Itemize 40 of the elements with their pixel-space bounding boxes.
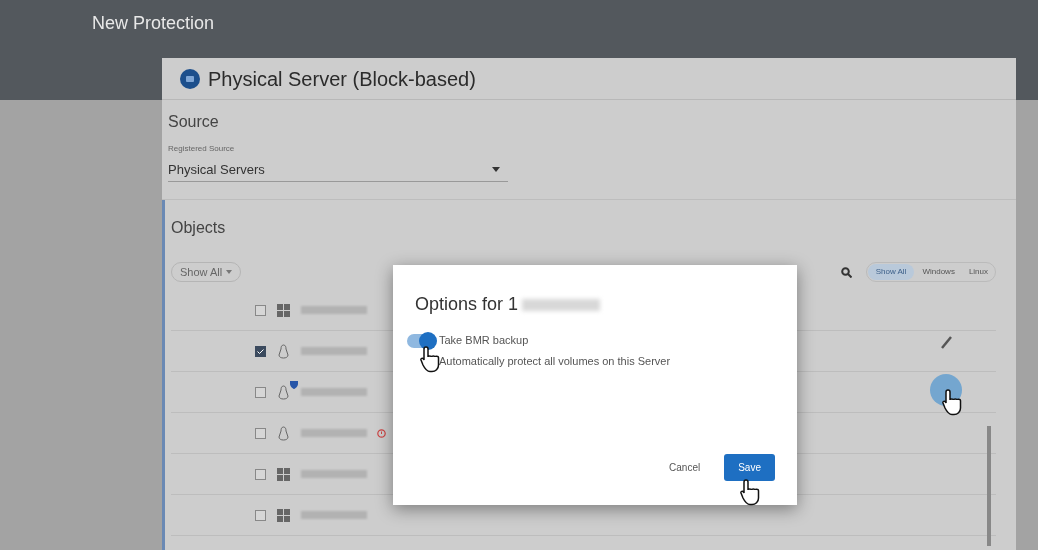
windows-logo-icon: [277, 467, 290, 481]
search-icon[interactable]: [840, 266, 852, 278]
card-title: Physical Server (Block-based): [208, 66, 476, 92]
checkmark-icon: [257, 348, 264, 354]
penguin-icon: [277, 425, 290, 441]
windows-logo-icon: [277, 303, 290, 317]
server-logo-icon: [180, 68, 200, 89]
dialog-title: Options for 1: [415, 293, 519, 316]
blurred-text: [301, 511, 367, 519]
checkbox[interactable]: [255, 427, 266, 439]
blurred-text: [301, 306, 367, 314]
section-heading: Objects: [171, 218, 226, 238]
os-filter-tab[interactable]: Linux: [962, 264, 994, 280]
cancel-button[interactable]: Cancel: [669, 460, 701, 475]
checkbox[interactable]: [255, 468, 266, 480]
windows-logo-icon: [277, 508, 290, 522]
hand-cursor-icon: [942, 388, 964, 416]
blurred-text: [301, 429, 367, 437]
section-heading: Source: [168, 112, 219, 132]
toggle-switch[interactable]: [407, 334, 435, 348]
checkbox[interactable]: [255, 509, 266, 521]
checkbox[interactable]: [255, 386, 266, 398]
checkbox[interactable]: [255, 345, 266, 357]
checkbox[interactable]: [255, 304, 266, 316]
os-filter-tab[interactable]: Show All: [867, 264, 915, 280]
dropdown-caret-icon: [492, 167, 500, 172]
toggle-label: Take BMR backup: [439, 333, 530, 348]
penguin-icon: [277, 343, 290, 359]
toggle-description: Automatically protect all volumes on this Server: [439, 353, 671, 369]
save-button[interactable]: Save: [724, 454, 775, 481]
blurred-text: [301, 388, 367, 396]
edit-pencil-icon[interactable]: [940, 335, 952, 349]
page-title: New Protection: [92, 12, 215, 35]
blurred-text: [301, 470, 367, 478]
penguin-icon: [277, 384, 290, 400]
os-filter-tab[interactable]: Windows: [916, 264, 961, 280]
blurred-text: [301, 347, 367, 355]
source-dropdown[interactable]: Physical Servers: [168, 158, 508, 182]
caret-icon: [226, 270, 233, 274]
field-label: Registered Source: [168, 144, 235, 153]
